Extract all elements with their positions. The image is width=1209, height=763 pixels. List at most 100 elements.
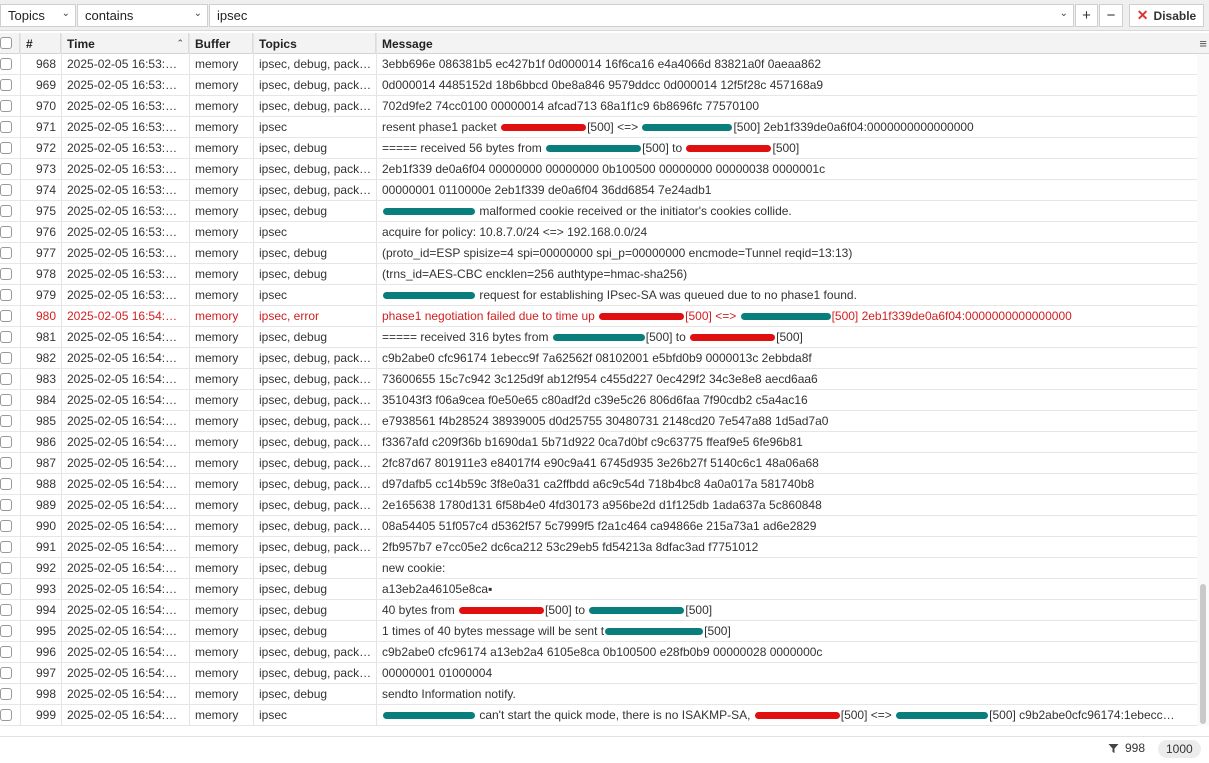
table-row[interactable]: 998 2025-02-05 16:54:… memory ipsec, debug s… bbox=[0, 684, 1197, 705]
table-row[interactable]: 978 2025-02-05 16:53:… memory ipsec, debug … bbox=[0, 264, 1197, 285]
vertical-scrollbar[interactable] bbox=[1197, 54, 1209, 726]
row-checkbox[interactable] bbox=[0, 58, 12, 70]
table-row[interactable]: 975 2025-02-05 16:53:… memory ipsec, debug … bbox=[0, 201, 1197, 222]
table-row[interactable]: 997 2025-02-05 16:54:… memory ipsec, debug,… bbox=[0, 663, 1197, 684]
filter-value-input[interactable]: ipsec ⌄ bbox=[209, 4, 1074, 27]
row-checkbox-cell[interactable] bbox=[0, 558, 20, 579]
row-checkbox-cell[interactable] bbox=[0, 663, 20, 684]
table-row[interactable]: 970 2025-02-05 16:53:… memory ipsec, debug,… bbox=[0, 96, 1197, 117]
select-all-checkbox-cell[interactable] bbox=[0, 33, 20, 54]
table-row[interactable]: 968 2025-02-05 16:53:… memory ipsec, debug,… bbox=[0, 54, 1197, 75]
row-checkbox-cell[interactable] bbox=[0, 516, 20, 537]
table-row[interactable]: 984 2025-02-05 16:54:… memory ipsec, debug,… bbox=[0, 390, 1197, 411]
row-checkbox[interactable] bbox=[0, 247, 12, 259]
row-checkbox-cell[interactable] bbox=[0, 285, 20, 306]
row-checkbox[interactable] bbox=[0, 79, 12, 91]
table-row[interactable]: 985 2025-02-05 16:54:… memory ipsec, debug,… bbox=[0, 411, 1197, 432]
table-row[interactable]: 992 2025-02-05 16:54:… memory ipsec, debug n… bbox=[0, 558, 1197, 579]
row-checkbox-cell[interactable] bbox=[0, 159, 20, 180]
row-checkbox-cell[interactable] bbox=[0, 54, 20, 75]
row-checkbox[interactable] bbox=[0, 100, 12, 112]
column-header-buffer[interactable]: Buffer bbox=[189, 33, 253, 54]
scrollbar-thumb[interactable] bbox=[1200, 584, 1206, 724]
table-row[interactable]: 974 2025-02-05 16:53:… memory ipsec, debug,… bbox=[0, 180, 1197, 201]
table-row[interactable]: 989 2025-02-05 16:54:… memory ipsec, debug,… bbox=[0, 495, 1197, 516]
row-checkbox-cell[interactable] bbox=[0, 495, 20, 516]
column-header-time[interactable]: Time ⌃ bbox=[61, 33, 189, 54]
row-checkbox[interactable] bbox=[0, 268, 12, 280]
table-row[interactable]: 971 2025-02-05 16:53:… memory ipsec resent p… bbox=[0, 117, 1197, 138]
row-checkbox[interactable] bbox=[0, 352, 12, 364]
row-checkbox-cell[interactable] bbox=[0, 201, 20, 222]
table-row[interactable]: 996 2025-02-05 16:54:… memory ipsec, debug,… bbox=[0, 642, 1197, 663]
row-checkbox[interactable] bbox=[0, 142, 12, 154]
row-checkbox-cell[interactable] bbox=[0, 537, 20, 558]
row-checkbox[interactable] bbox=[0, 499, 12, 511]
row-checkbox-cell[interactable] bbox=[0, 579, 20, 600]
table-row[interactable]: 982 2025-02-05 16:54:… memory ipsec, debug,… bbox=[0, 348, 1197, 369]
row-checkbox-cell[interactable] bbox=[0, 138, 20, 159]
chevron-down-icon[interactable]: ⌄ bbox=[1060, 8, 1068, 19]
row-checkbox-cell[interactable] bbox=[0, 243, 20, 264]
row-checkbox-cell[interactable] bbox=[0, 222, 20, 243]
row-checkbox[interactable] bbox=[0, 289, 12, 301]
row-checkbox[interactable] bbox=[0, 226, 12, 238]
row-checkbox[interactable] bbox=[0, 625, 12, 637]
row-checkbox-cell[interactable] bbox=[0, 474, 20, 495]
row-checkbox[interactable] bbox=[0, 436, 12, 448]
row-checkbox-cell[interactable] bbox=[0, 432, 20, 453]
table-row[interactable]: 979 2025-02-05 16:53:… memory ipsec request… bbox=[0, 285, 1197, 306]
row-checkbox-cell[interactable] bbox=[0, 705, 20, 726]
table-row[interactable]: 988 2025-02-05 16:54:… memory ipsec, debug,… bbox=[0, 474, 1197, 495]
row-checkbox-cell[interactable] bbox=[0, 96, 20, 117]
row-checkbox-cell[interactable] bbox=[0, 306, 20, 327]
table-row[interactable]: 969 2025-02-05 16:53:… memory ipsec, debug,… bbox=[0, 75, 1197, 96]
table-row[interactable]: 987 2025-02-05 16:54:… memory ipsec, debug,… bbox=[0, 453, 1197, 474]
table-row[interactable]: 983 2025-02-05 16:54:… memory ipsec, debug,… bbox=[0, 369, 1197, 390]
row-checkbox[interactable] bbox=[0, 667, 12, 679]
row-checkbox-cell[interactable] bbox=[0, 117, 20, 138]
table-row[interactable]: 991 2025-02-05 16:54:… memory ipsec, debug,… bbox=[0, 537, 1197, 558]
row-checkbox[interactable] bbox=[0, 688, 12, 700]
select-all-checkbox[interactable] bbox=[0, 37, 12, 49]
column-header-topics[interactable]: Topics bbox=[253, 33, 376, 54]
row-checkbox[interactable] bbox=[0, 331, 12, 343]
row-checkbox-cell[interactable] bbox=[0, 390, 20, 411]
row-checkbox-cell[interactable] bbox=[0, 411, 20, 432]
row-checkbox[interactable] bbox=[0, 709, 12, 721]
row-checkbox[interactable] bbox=[0, 415, 12, 427]
column-header-number[interactable]: # bbox=[20, 33, 61, 54]
row-checkbox[interactable] bbox=[0, 478, 12, 490]
row-checkbox[interactable] bbox=[0, 373, 12, 385]
table-row[interactable]: 972 2025-02-05 16:53:… memory ipsec, debug =… bbox=[0, 138, 1197, 159]
add-filter-button[interactable]: + bbox=[1075, 4, 1098, 27]
row-checkbox-cell[interactable] bbox=[0, 600, 20, 621]
row-checkbox[interactable] bbox=[0, 541, 12, 553]
row-checkbox[interactable] bbox=[0, 583, 12, 595]
table-row[interactable]: 973 2025-02-05 16:53:… memory ipsec, debug,… bbox=[0, 159, 1197, 180]
row-checkbox[interactable] bbox=[0, 604, 12, 616]
row-checkbox-cell[interactable] bbox=[0, 684, 20, 705]
column-menu-icon[interactable]: ≡ bbox=[1199, 36, 1207, 51]
row-checkbox[interactable] bbox=[0, 457, 12, 469]
table-row[interactable]: 981 2025-02-05 16:54:… memory ipsec, debug =… bbox=[0, 327, 1197, 348]
row-checkbox[interactable] bbox=[0, 310, 12, 322]
row-checkbox-cell[interactable] bbox=[0, 453, 20, 474]
row-checkbox[interactable] bbox=[0, 520, 12, 532]
row-checkbox[interactable] bbox=[0, 205, 12, 217]
table-row[interactable]: 976 2025-02-05 16:53:… memory ipsec acquire … bbox=[0, 222, 1197, 243]
table-row[interactable]: 986 2025-02-05 16:54:… memory ipsec, debug,… bbox=[0, 432, 1197, 453]
disable-filter-button[interactable]: ✕ Disable bbox=[1129, 4, 1204, 27]
filter-operator-select[interactable]: contains ⌄ bbox=[77, 4, 208, 27]
table-row[interactable]: 977 2025-02-05 16:53:… memory ipsec, debug … bbox=[0, 243, 1197, 264]
table-row[interactable]: 993 2025-02-05 16:54:… memory ipsec, debug a… bbox=[0, 579, 1197, 600]
row-checkbox[interactable] bbox=[0, 121, 12, 133]
table-row[interactable]: 995 2025-02-05 16:54:… memory ipsec, debug 1… bbox=[0, 621, 1197, 642]
table-row[interactable]: 999 2025-02-05 16:54:… memory ipsec can't s… bbox=[0, 705, 1197, 726]
row-checkbox-cell[interactable] bbox=[0, 327, 20, 348]
table-row[interactable]: 994 2025-02-05 16:54:… memory ipsec, debug 4… bbox=[0, 600, 1197, 621]
row-checkbox[interactable] bbox=[0, 646, 12, 658]
row-checkbox[interactable] bbox=[0, 163, 12, 175]
row-checkbox-cell[interactable] bbox=[0, 264, 20, 285]
row-checkbox-cell[interactable] bbox=[0, 75, 20, 96]
